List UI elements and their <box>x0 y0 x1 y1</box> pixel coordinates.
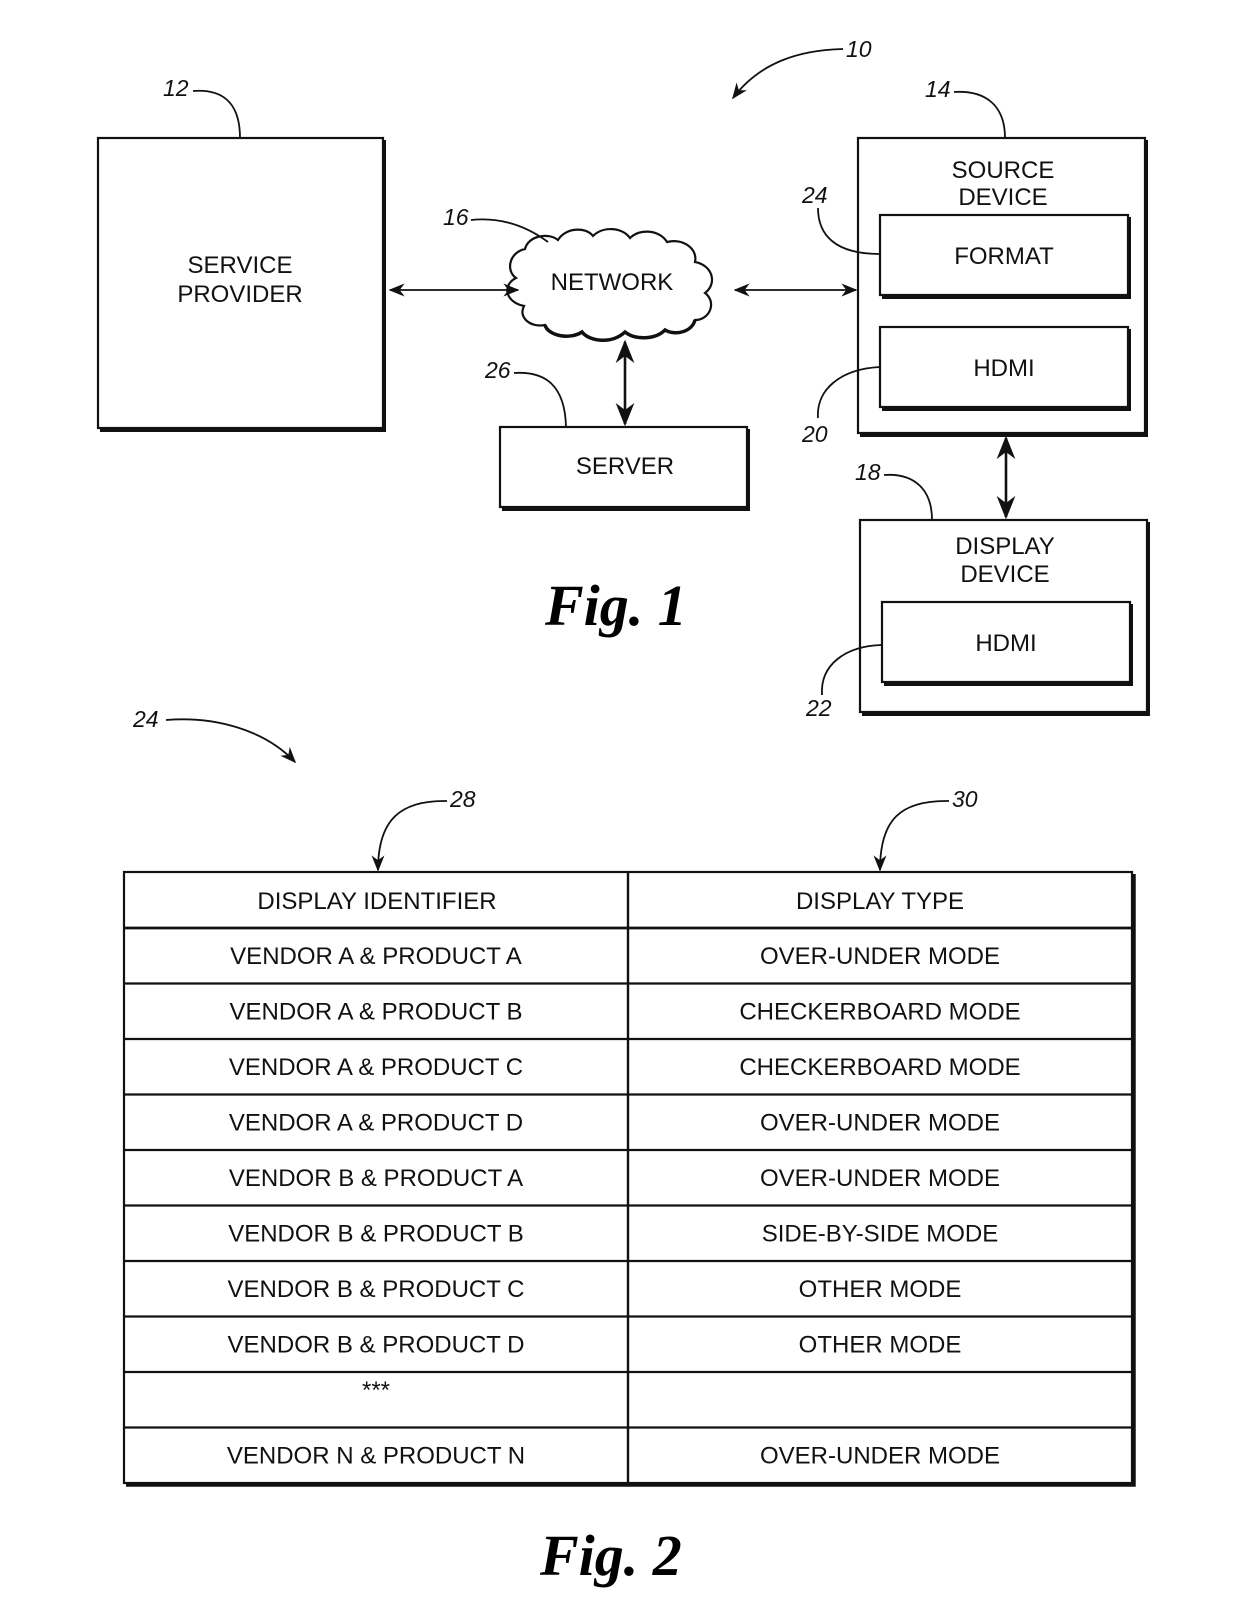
source-device-label-1: SOURCE <box>952 157 1055 184</box>
display-device-label-1: DISPLAY <box>955 533 1055 560</box>
display-identifier-cell: VENDOR B & PRODUCT C <box>228 1276 525 1303</box>
table-row: VENDOR A & PRODUCT D OVER-UNDER MODE <box>229 1110 1000 1137</box>
ref-leader-12 <box>192 89 241 139</box>
table-row: VENDOR B & PRODUCT D OTHER MODE <box>228 1332 962 1359</box>
table-row: *** <box>362 1377 390 1404</box>
display-type-cell: OVER-UNDER MODE <box>760 1443 1000 1470</box>
service-provider-block: SERVICE PROVIDER 12 <box>96 75 386 432</box>
network-cloud: NETWORK 16 <box>443 204 714 342</box>
display-hdmi-label: HDMI <box>975 630 1036 657</box>
display-type-cell: OVER-UNDER MODE <box>760 943 1000 970</box>
display-type-cell: OVER-UNDER MODE <box>760 1110 1000 1137</box>
figure-2: 24 28 30 DISPLAY IDENTIFIER DISPLAY TYPE… <box>122 706 1136 1588</box>
ref-label-24-format: 24 <box>801 182 828 208</box>
display-type-table: DISPLAY IDENTIFIER DISPLAY TYPE VENDOR A… <box>122 870 1136 1487</box>
display-device-block: DISPLAY DEVICE 18 HDMI 22 <box>805 459 1150 721</box>
display-identifier-cell: VENDOR A & PRODUCT A <box>230 943 522 970</box>
column-header-display-type: DISPLAY TYPE <box>796 888 964 915</box>
ref-leader-10 <box>732 48 844 100</box>
source-device-block: SOURCE DEVICE 14 FORMAT 24 HDMI 20 <box>801 76 1148 447</box>
service-provider-label-1: SERVICE <box>188 252 293 279</box>
figure-2-caption: Fig. 2 <box>539 1523 682 1588</box>
display-identifier-cell: VENDOR B & PRODUCT A <box>229 1165 523 1192</box>
display-identifier-cell: VENDOR A & PRODUCT D <box>229 1110 523 1137</box>
display-identifier-cell: VENDOR A & PRODUCT B <box>230 999 523 1026</box>
display-type-cell: CHECKERBOARD MODE <box>739 999 1020 1026</box>
source-device-label-2: DEVICE <box>958 184 1047 211</box>
table-row: VENDOR B & PRODUCT C OTHER MODE <box>228 1276 962 1303</box>
ref-label-10: 10 <box>846 36 872 62</box>
server-label: SERVER <box>576 453 674 480</box>
ref-label-22: 22 <box>805 695 832 721</box>
ref-leader-30 <box>873 800 950 872</box>
column-header-display-identifier: DISPLAY IDENTIFIER <box>257 888 496 915</box>
display-identifier-cell: VENDOR B & PRODUCT D <box>228 1332 525 1359</box>
table-row: VENDOR A & PRODUCT B CHECKERBOARD MODE <box>230 999 1021 1026</box>
ref-leader-26 <box>513 371 567 428</box>
display-identifier-cell: VENDOR N & PRODUCT N <box>227 1443 525 1470</box>
display-identifier-cell: *** <box>362 1377 390 1404</box>
figure-1-caption: Fig. 1 <box>544 573 687 638</box>
ref-label-30: 30 <box>952 786 978 812</box>
display-identifier-cell: VENDOR A & PRODUCT C <box>229 1054 523 1081</box>
ref-leader-18 <box>883 474 933 521</box>
ref-label-14: 14 <box>925 76 951 102</box>
table-row: VENDOR A & PRODUCT A OVER-UNDER MODE <box>230 943 1000 970</box>
display-type-cell: CHECKERBOARD MODE <box>739 1054 1020 1081</box>
ref-label-26: 26 <box>484 357 511 383</box>
service-provider-label-2: PROVIDER <box>177 281 302 308</box>
format-label: FORMAT <box>954 243 1054 270</box>
ref-leader-28 <box>371 800 448 872</box>
ref-leader-24-table <box>165 718 297 764</box>
ref-label-24-table: 24 <box>132 706 159 732</box>
table-row: VENDOR B & PRODUCT A OVER-UNDER MODE <box>229 1165 1000 1192</box>
patent-drawing-sheet: 10 SERVICE PROVIDER 12 NETWORK 16 SERVER… <box>96 36 1150 1588</box>
display-device-label-2: DEVICE <box>960 561 1049 588</box>
figure-1: 10 SERVICE PROVIDER 12 NETWORK 16 SERVER… <box>96 36 1150 721</box>
display-type-cell: OTHER MODE <box>799 1276 962 1303</box>
ref-label-20: 20 <box>801 421 828 447</box>
table-row: VENDOR A & PRODUCT C CHECKERBOARD MODE <box>229 1054 1021 1081</box>
display-type-cell: OTHER MODE <box>799 1332 962 1359</box>
server-block: SERVER 26 <box>484 357 750 511</box>
ref-label-28: 28 <box>449 786 476 812</box>
ref-label-12: 12 <box>163 75 189 101</box>
display-type-cell: SIDE-BY-SIDE MODE <box>762 1221 999 1248</box>
source-hdmi-label: HDMI <box>973 355 1034 382</box>
ref-label-16: 16 <box>443 204 469 230</box>
table-row: VENDOR N & PRODUCT N OVER-UNDER MODE <box>227 1443 1000 1470</box>
system-reference: 10 <box>732 36 872 100</box>
ref-label-18: 18 <box>855 459 881 485</box>
network-label: NETWORK <box>551 269 674 296</box>
table-row: VENDOR B & PRODUCT B SIDE-BY-SIDE MODE <box>228 1221 998 1248</box>
ref-leader-14 <box>953 91 1006 139</box>
display-identifier-cell: VENDOR B & PRODUCT B <box>228 1221 524 1248</box>
display-type-cell: OVER-UNDER MODE <box>760 1165 1000 1192</box>
